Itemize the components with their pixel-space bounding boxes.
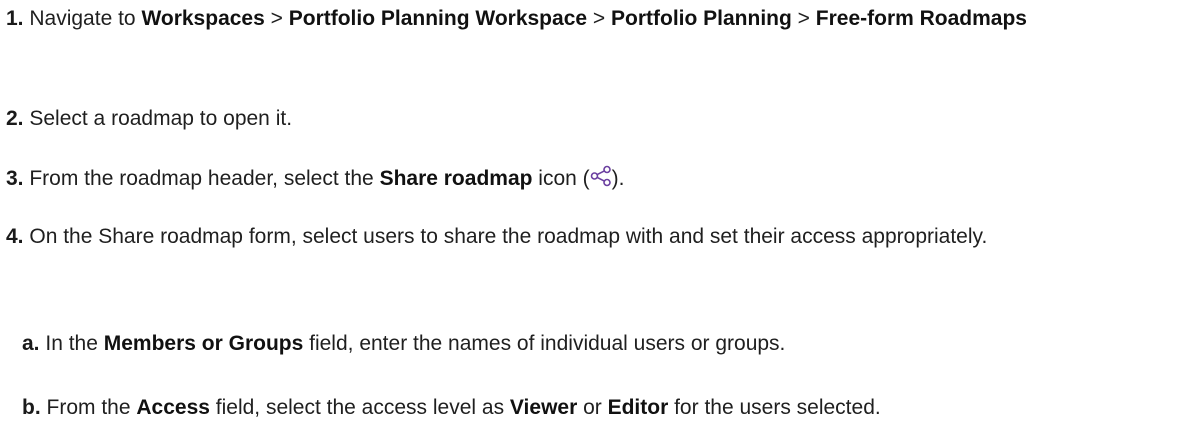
step-1: 1. Navigate to Workspaces > Portfolio Pl… xyxy=(6,4,1170,34)
menu-workspaces: Workspaces xyxy=(141,7,265,30)
substep-a: a. In the Members or Groups field, enter… xyxy=(22,329,1170,359)
step-text: for the users selected. xyxy=(668,396,881,419)
menu-free-form-roadmaps: Free-form Roadmaps xyxy=(815,7,1027,30)
separator: > xyxy=(791,7,816,30)
step-text: On the Share roadmap form, select users … xyxy=(29,225,988,248)
substep-b: b. From the Access field, select the acc… xyxy=(22,393,1170,423)
share-roadmap-label: Share roadmap xyxy=(379,167,533,190)
step-text: From the roadmap header, select the xyxy=(29,167,380,190)
step-text: icon ( xyxy=(532,167,590,190)
step-text: ). xyxy=(611,167,625,190)
step-2: 2. Select a roadmap to open it. xyxy=(6,104,1170,134)
step-text: From the xyxy=(46,396,137,419)
substep-letter: a. xyxy=(22,332,40,355)
step-text: Select a roadmap to open it. xyxy=(29,107,293,130)
step-number: 3. xyxy=(6,167,24,190)
step-3: 3. From the roadmap header, select the S… xyxy=(6,164,1170,194)
step-text: field, select the access level as xyxy=(209,396,510,419)
step-text: or xyxy=(577,396,608,419)
step-number: 4. xyxy=(6,225,24,248)
instructions-document: 1. Navigate to Workspaces > Portfolio Pl… xyxy=(0,0,1178,419)
step-text: In the xyxy=(45,332,104,355)
members-or-groups-label: Members or Groups xyxy=(103,332,304,355)
substep-letter: b. xyxy=(22,396,41,419)
step-number: 2. xyxy=(6,107,24,130)
separator: > xyxy=(587,7,611,30)
step-text: Navigate to xyxy=(29,7,142,30)
viewer-label: Viewer xyxy=(509,396,578,419)
access-label: Access xyxy=(136,396,210,419)
step-4: 4. On the Share roadmap form, select use… xyxy=(6,222,1170,252)
separator: > xyxy=(264,7,289,30)
menu-portfolio-planning: Portfolio Planning xyxy=(611,7,792,30)
share-icon xyxy=(590,165,611,187)
menu-portfolio-planning-workspace: Portfolio Planning Workspace xyxy=(288,7,588,30)
step-text: field, enter the names of individual use… xyxy=(303,332,786,355)
editor-label: Editor xyxy=(607,396,669,419)
step-number: 1. xyxy=(6,7,24,30)
